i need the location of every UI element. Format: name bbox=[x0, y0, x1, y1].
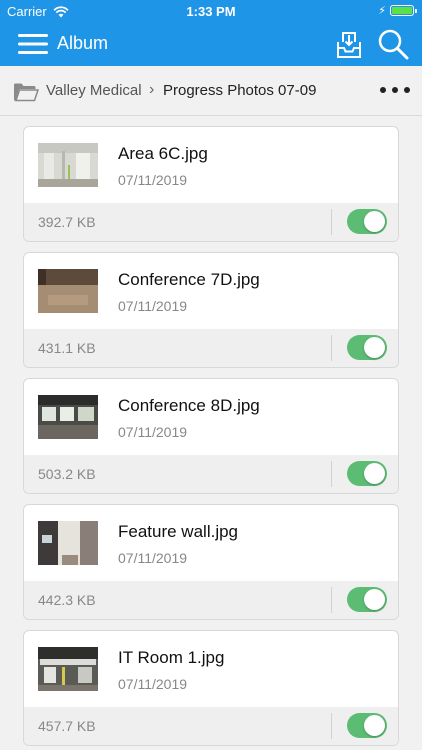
charging-icon: ⚡︎ bbox=[378, 5, 386, 17]
file-size: 431.1 KB bbox=[38, 340, 96, 356]
sync-toggle[interactable] bbox=[347, 209, 387, 234]
breadcrumb-root[interactable]: Valley Medical bbox=[46, 82, 142, 99]
file-size: 457.7 KB bbox=[38, 718, 96, 734]
file-size: 442.3 KB bbox=[38, 592, 96, 608]
sync-toggle[interactable] bbox=[347, 713, 387, 738]
inbox-download-icon[interactable] bbox=[333, 28, 365, 60]
card-footer: 503.2 KB bbox=[24, 455, 398, 493]
sync-toggle[interactable] bbox=[347, 335, 387, 360]
photo-card[interactable]: Conference 8D.jpg 07/11/2019 503.2 KB bbox=[23, 378, 399, 494]
photo-thumbnail[interactable] bbox=[38, 143, 98, 187]
photo-card[interactable]: Feature wall.jpg 07/11/2019 442.3 KB bbox=[23, 504, 399, 620]
status-time: 1:33 PM bbox=[186, 4, 236, 19]
file-date: 07/11/2019 bbox=[118, 676, 188, 692]
search-icon[interactable] bbox=[377, 28, 409, 60]
photo-card[interactable]: IT Room 1.jpg 07/11/2019 457.7 KB bbox=[23, 630, 399, 746]
chevron-right-icon: › bbox=[149, 81, 155, 98]
nav-title: Album bbox=[57, 33, 109, 53]
card-footer: 392.7 KB bbox=[24, 203, 398, 241]
nav-bar: Album bbox=[0, 22, 422, 66]
divider bbox=[331, 713, 332, 739]
file-date: 07/11/2019 bbox=[118, 550, 188, 566]
hamburger-menu-icon[interactable] bbox=[16, 32, 50, 56]
photo-thumbnail[interactable] bbox=[38, 647, 98, 691]
photo-thumbnail[interactable] bbox=[38, 395, 98, 439]
breadcrumb-current: Progress Photos 07-09 bbox=[163, 82, 317, 99]
file-size: 392.7 KB bbox=[38, 214, 96, 230]
divider bbox=[331, 587, 332, 613]
card-footer: 442.3 KB bbox=[24, 581, 398, 619]
card-footer: 457.7 KB bbox=[24, 707, 398, 745]
sync-toggle[interactable] bbox=[347, 587, 387, 612]
file-name: Conference 7D.jpg bbox=[118, 270, 260, 289]
photo-card[interactable]: Conference 7D.jpg 07/11/2019 431.1 KB bbox=[23, 252, 399, 368]
divider bbox=[331, 335, 332, 361]
file-name: Area 6C.jpg bbox=[118, 144, 208, 163]
file-date: 07/11/2019 bbox=[118, 298, 188, 314]
folder-icon bbox=[14, 83, 39, 102]
photo-thumbnail[interactable] bbox=[38, 269, 98, 313]
photo-thumbnail[interactable] bbox=[38, 521, 98, 565]
divider bbox=[331, 461, 332, 487]
file-name: Feature wall.jpg bbox=[118, 522, 239, 541]
file-date: 07/11/2019 bbox=[118, 172, 188, 188]
more-options-icon[interactable] bbox=[380, 79, 410, 101]
breadcrumb: Valley Medical › Progress Photos 07-09 bbox=[0, 66, 422, 116]
divider bbox=[331, 209, 332, 235]
status-right: ⚡︎ bbox=[378, 4, 417, 17]
photo-card[interactable]: Area 6C.jpg 07/11/2019 392.7 KB bbox=[23, 126, 399, 242]
file-date: 07/11/2019 bbox=[118, 424, 188, 440]
sync-toggle[interactable] bbox=[347, 461, 387, 486]
file-name: IT Room 1.jpg bbox=[118, 648, 225, 667]
card-footer: 431.1 KB bbox=[24, 329, 398, 367]
file-size: 503.2 KB bbox=[38, 466, 96, 482]
status-bar: Carrier 1:33 PM ⚡︎ bbox=[0, 0, 422, 22]
battery-icon bbox=[390, 5, 417, 16]
file-name: Conference 8D.jpg bbox=[118, 396, 260, 415]
